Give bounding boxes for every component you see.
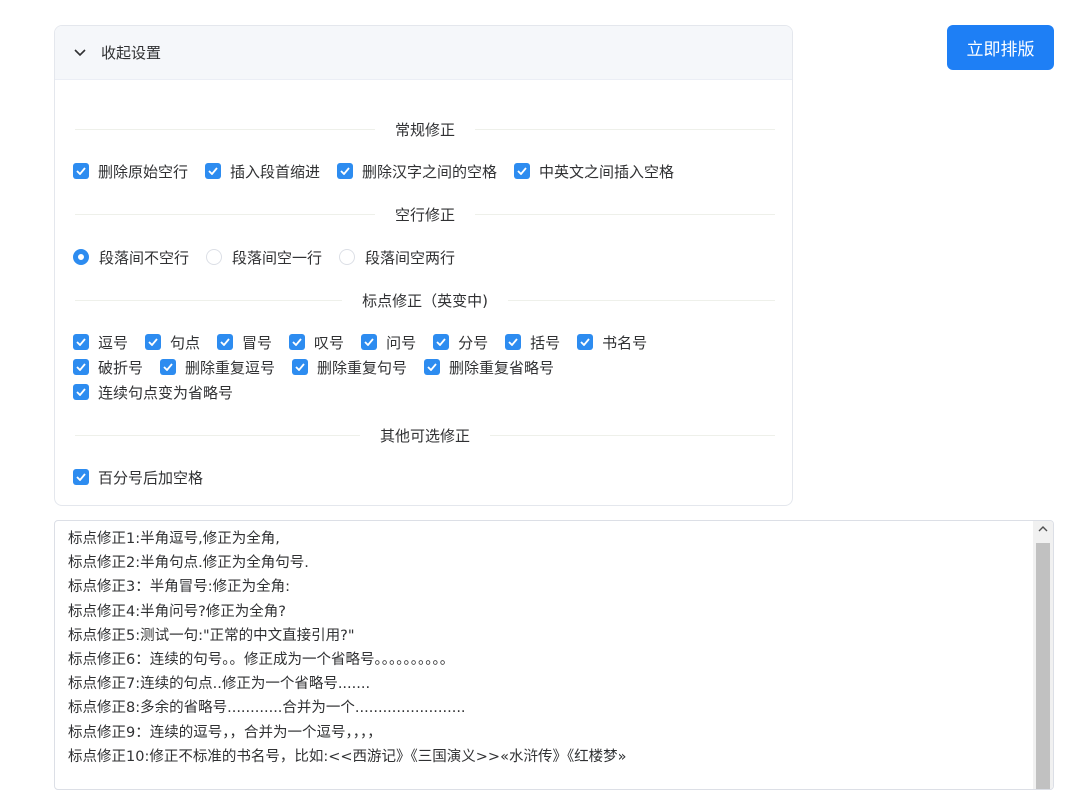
check-icon xyxy=(73,384,89,400)
section-title-regular: 常规修正 xyxy=(395,120,456,139)
chevron-up-icon[interactable] xyxy=(1037,523,1049,535)
radio-one-blank-line[interactable]: 段落间空一行 xyxy=(206,247,322,267)
punctuation-options-row-1: 逗号 句点 冒号 叹号 问号 分号 括号 书名号 xyxy=(73,332,664,352)
section-divider-punctuation: 标点修正（英变中) xyxy=(75,290,776,310)
checkbox-dedupe-fullstop[interactable]: 删除重复句号 xyxy=(292,357,407,377)
check-icon xyxy=(424,359,441,375)
editor-line: 标点修正3：半角冒号:修正为全角: xyxy=(68,579,290,596)
format-now-button[interactable]: 立即排版 xyxy=(947,25,1054,70)
checkbox-exclamation[interactable]: 叹号 xyxy=(289,332,344,352)
radio-two-blank-lines[interactable]: 段落间空两行 xyxy=(339,247,455,267)
collapse-settings-header[interactable]: 收起设置 xyxy=(55,26,792,80)
check-icon xyxy=(577,334,594,350)
checkbox-brackets[interactable]: 括号 xyxy=(505,332,560,352)
checkbox-dash[interactable]: 破折号 xyxy=(73,357,143,377)
check-icon xyxy=(145,334,162,350)
check-icon xyxy=(361,334,378,350)
punctuation-options-row-2: 破折号 删除重复逗号 删除重复句号 删除重复省略号 xyxy=(73,357,571,377)
editor-line: 标点修正8:多余的省略号............合并为一个...........… xyxy=(68,700,466,717)
checkbox-percent-space[interactable]: 百分号后加空格 xyxy=(73,467,203,487)
checkbox-comma[interactable]: 逗号 xyxy=(73,332,128,352)
check-icon xyxy=(205,163,222,179)
check-icon xyxy=(73,163,89,179)
checkbox-delete-han-spaces[interactable]: 删除汉字之间的空格 xyxy=(337,161,497,181)
check-icon xyxy=(514,163,531,179)
checkbox-dots-to-ellipsis[interactable]: 连续句点变为省略号 xyxy=(73,382,233,402)
text-editor[interactable]: 标点修正1:半角逗号,修正为全角, 标点修正2:半角句点.修正为全角句号. 标点… xyxy=(54,520,1054,790)
section-divider-blank-lines: 空行修正 xyxy=(75,204,776,224)
editor-line: 标点修正9：连续的逗号，，合并为一个逗号，，，， xyxy=(68,724,382,741)
checkbox-delete-blank-lines[interactable]: 删除原始空行 xyxy=(73,161,188,181)
checkbox-colon[interactable]: 冒号 xyxy=(217,332,272,352)
radio-no-blank-line[interactable]: 段落间不空行 xyxy=(73,247,189,267)
settings-panel: 收起设置 常规修正 删除原始空行 插入段首缩进 删除汉字之间的空格 中英文之间插… xyxy=(54,25,793,506)
radio-empty-icon xyxy=(206,249,223,265)
checkbox-period[interactable]: 句点 xyxy=(145,332,200,352)
check-icon xyxy=(73,334,89,350)
punctuation-options-row-3: 连续句点变为省略号 xyxy=(73,382,250,402)
editor-content: 标点修正1:半角逗号,修正为全角, 标点修正2:半角句点.修正为全角句号. 标点… xyxy=(68,527,1028,769)
other-options: 百分号后加空格 xyxy=(73,467,220,487)
check-icon xyxy=(433,334,450,350)
check-icon xyxy=(73,469,89,485)
check-icon xyxy=(73,359,89,375)
section-title-punctuation: 标点修正（英变中) xyxy=(362,291,488,310)
section-divider-regular: 常规修正 xyxy=(75,119,776,139)
checkbox-insert-indent[interactable]: 插入段首缩进 xyxy=(205,161,320,181)
editor-line: 标点修正1:半角逗号,修正为全角, xyxy=(68,531,280,547)
checkbox-question[interactable]: 问号 xyxy=(361,332,416,352)
checkbox-dedupe-comma[interactable]: 删除重复逗号 xyxy=(160,357,275,377)
editor-line: 标点修正6：连续的句号。。修正成为一个省略号。。。。。。。。。。 xyxy=(68,652,455,669)
check-icon xyxy=(289,334,306,350)
section-title-other: 其他可选修正 xyxy=(380,426,471,445)
check-icon xyxy=(292,359,309,375)
editor-line: 标点修正2:半角句点.修正为全角句号. xyxy=(68,555,309,572)
radio-selected-icon xyxy=(73,249,89,265)
scrollbar-thumb[interactable] xyxy=(1036,543,1050,789)
check-icon xyxy=(217,334,234,350)
checkbox-cjk-latin-space[interactable]: 中英文之间插入空格 xyxy=(514,161,674,181)
section-title-blank-lines: 空行修正 xyxy=(395,205,456,224)
check-icon xyxy=(505,334,522,350)
collapse-settings-label: 收起设置 xyxy=(101,44,162,62)
editor-line: 标点修正7:连续的句点..修正为一个省略号....... xyxy=(68,676,371,693)
chevron-down-icon xyxy=(73,46,87,60)
section-divider-other: 其他可选修正 xyxy=(75,425,776,445)
editor-line: 标点修正10:修正不标准的书名号，比如:<<西游记》《三国演义>>«水浒传》《红… xyxy=(68,748,627,765)
editor-line: 标点修正5:测试一句:"正常的中文直接引用?" xyxy=(68,627,355,644)
checkbox-book-title[interactable]: 书名号 xyxy=(577,332,647,352)
editor-scrollbar[interactable] xyxy=(1033,521,1053,789)
blank-line-options: 段落间不空行 段落间空一行 段落间空两行 xyxy=(73,247,472,267)
editor-line: 标点修正4:半角问号?修正为全角? xyxy=(68,603,287,620)
check-icon xyxy=(160,359,177,375)
radio-empty-icon xyxy=(339,249,356,265)
check-icon xyxy=(337,163,354,179)
checkbox-dedupe-ellipsis[interactable]: 删除重复省略号 xyxy=(424,357,554,377)
regular-options: 删除原始空行 插入段首缩进 删除汉字之间的空格 中英文之间插入空格 xyxy=(73,161,691,181)
checkbox-semicolon[interactable]: 分号 xyxy=(433,332,488,352)
